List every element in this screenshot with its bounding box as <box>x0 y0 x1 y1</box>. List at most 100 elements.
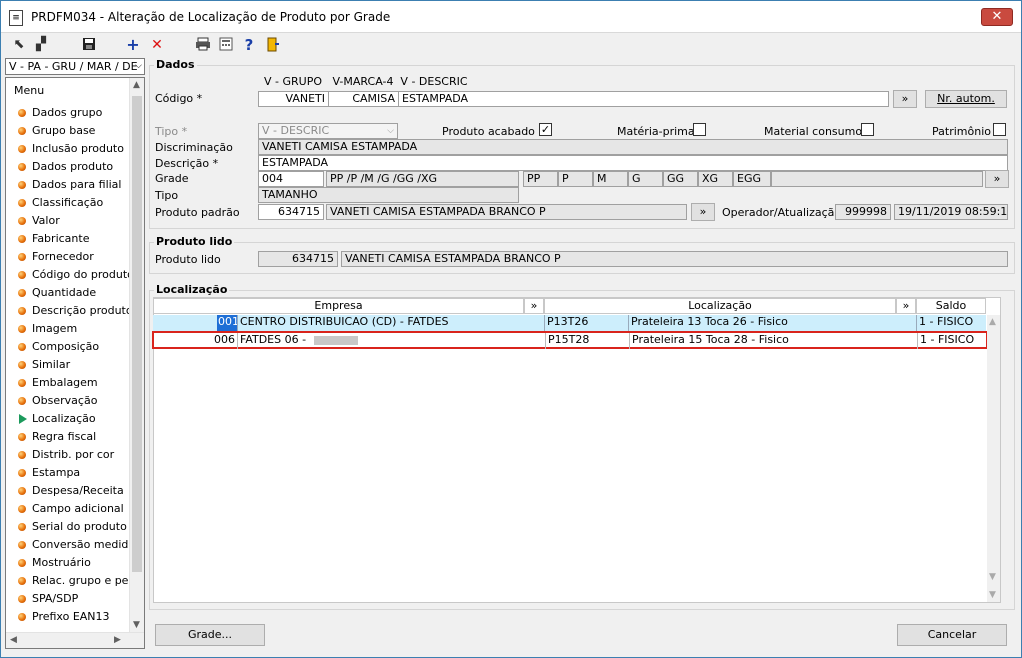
menu-item[interactable]: Prefixo EAN13 <box>6 608 130 626</box>
codigo-marca-field[interactable]: CAMISA <box>328 91 399 107</box>
header-localizacao-more[interactable]: » <box>896 298 916 314</box>
header-localizacao[interactable]: Localização <box>544 298 896 314</box>
scroll-up-icon[interactable]: ▲ <box>133 80 140 90</box>
menu-item-label: Similar <box>32 358 71 371</box>
tipo-select-value: V - DESCRIC <box>262 124 330 137</box>
codigo-label: Código * <box>155 92 203 105</box>
menu-item[interactable]: SPA/SDP <box>6 590 130 608</box>
row-loc-code: P13T26 <box>544 315 628 331</box>
menu-item[interactable]: Dados grupo <box>6 104 130 122</box>
add-icon[interactable]: + <box>125 37 141 53</box>
bullet-icon <box>18 523 26 531</box>
menu-item[interactable]: Dados produto <box>6 158 130 176</box>
menu-item[interactable]: Similar <box>6 356 130 374</box>
menu-item[interactable]: Localização <box>6 410 130 428</box>
menu-item[interactable]: Relac. grupo e pess <box>6 572 130 590</box>
view-combo[interactable]: V - PA - GRU / MAR / DE ⌵ <box>5 58 145 75</box>
row-saldo: 1 - FISICO <box>917 333 986 349</box>
menu-item[interactable]: Composição <box>6 338 130 356</box>
produto-acabado-checkbox[interactable]: ✓ <box>539 123 552 136</box>
exit-icon[interactable] <box>265 37 281 53</box>
save-icon[interactable] <box>81 37 97 53</box>
table-row[interactable]: 006 FATDES 06 - P15T28 Prateleira 15 Toc… <box>152 331 988 349</box>
bullet-icon <box>18 127 26 135</box>
menu-item[interactable]: Imagem <box>6 320 130 338</box>
menu-item[interactable]: Código do produto <box>6 266 130 284</box>
menu-item[interactable]: Quantidade <box>6 284 130 302</box>
descricao-field[interactable]: ESTAMPADA <box>258 155 1008 171</box>
menu-item[interactable]: Observação <box>6 392 130 410</box>
calc-icon[interactable] <box>218 37 234 53</box>
menu-item[interactable]: Grupo base <box>6 122 130 140</box>
header-empresa-more[interactable]: » <box>524 298 544 314</box>
menu-item-label: Relac. grupo e pess <box>32 574 130 587</box>
grade-desc-field: PP /P /M /G /GG /XG <box>326 171 519 187</box>
menu-item[interactable]: Fornecedor <box>6 248 130 266</box>
tipo-select[interactable]: V - DESCRIC ⌵ <box>258 123 398 139</box>
scroll-right-icon[interactable]: ▶ <box>114 635 121 645</box>
scroll-down-icon[interactable]: ▼ <box>989 572 996 582</box>
material-consumo-checkbox[interactable] <box>861 123 874 136</box>
produto-padrao-desc-field: VANETI CAMISA ESTAMPADA BRANCO P <box>326 204 687 220</box>
menu-item[interactable]: Estampa <box>6 464 130 482</box>
menu-item-label: Dados grupo <box>32 106 103 119</box>
menu-item[interactable]: Distrib. por cor <box>6 446 130 464</box>
header-empresa[interactable]: Empresa <box>153 298 524 314</box>
produto-padrao-code-field[interactable]: 634715 <box>258 204 324 220</box>
codigo-more-button[interactable]: » <box>893 90 917 108</box>
menu-item-label: Estampa <box>32 466 81 479</box>
menu-item[interactable]: Despesa/Receita <box>6 482 130 500</box>
menu-item-label: SPA/SDP <box>32 592 79 605</box>
menu-item[interactable]: Valor <box>6 212 130 230</box>
menu-item-label: Inclusão produto <box>32 142 124 155</box>
menu-item[interactable]: Mostruário <box>6 554 130 572</box>
menu-item[interactable]: Serial do produto <box>6 518 130 536</box>
menu-item[interactable]: Embalagem <box>6 374 130 392</box>
operador-field: 999998 <box>835 204 891 220</box>
menu-vscrollbar[interactable]: ▲ ▼ <box>129 78 144 632</box>
tool-2-icon[interactable]: ▞ <box>33 37 49 53</box>
scroll-left-icon[interactable]: ◀ <box>10 635 17 645</box>
produto-padrao-more-button[interactable]: » <box>691 203 715 221</box>
menu-item[interactable]: Inclusão produto <box>6 140 130 158</box>
menu-item[interactable]: Descrição produto <box>6 302 130 320</box>
grade-size-cell: EGG <box>733 171 771 187</box>
menu-item[interactable]: Regra fiscal <box>6 428 130 446</box>
tool-1-icon[interactable]: ⬉ <box>11 37 27 53</box>
menu-header: Menu <box>14 84 45 97</box>
cancel-button[interactable]: Cancelar <box>897 624 1007 646</box>
materia-prima-checkbox[interactable] <box>693 123 706 136</box>
chevron-down-icon[interactable]: ⌵ <box>387 124 394 138</box>
menu-item[interactable]: Dados para filial <box>6 176 130 194</box>
help-icon[interactable]: ? <box>241 37 257 53</box>
scroll-down-icon[interactable]: ▼ <box>133 620 140 630</box>
bullet-icon <box>18 145 26 153</box>
patrimonio-checkbox[interactable] <box>993 123 1006 136</box>
header-saldo[interactable]: Saldo <box>916 298 986 314</box>
close-button[interactable]: ✕ <box>981 8 1013 26</box>
menu-item[interactable]: Campo adicional <box>6 500 130 518</box>
table-row[interactable]: 001 CENTRO DISTRIBUICAO (CD) - FATDES P1… <box>153 315 986 331</box>
row-empresa-code[interactable]: 001 <box>217 315 237 331</box>
menu-hscrollbar[interactable]: ◀ ▶ <box>6 632 144 648</box>
menu-item-label: Serial do produto <box>32 520 127 533</box>
delete-icon[interactable]: ✕ <box>149 37 165 53</box>
grade-button[interactable]: Grade... <box>155 624 265 646</box>
grade-more-button[interactable]: » <box>985 170 1009 188</box>
menu-item[interactable]: Fabricante <box>6 230 130 248</box>
codigo-grupo-field[interactable]: VANETI <box>258 91 329 107</box>
chevron-down-icon[interactable]: ⌵ <box>135 59 142 74</box>
print-icon[interactable] <box>195 37 211 53</box>
menu-item[interactable]: Classificação <box>6 194 130 212</box>
codigo-descric-field[interactable]: ESTAMPADA <box>398 91 889 107</box>
grid-vscrollbar[interactable]: ▲ ▼ ▼ <box>987 315 1000 602</box>
scroll-end-icon[interactable]: ▼ <box>989 590 996 600</box>
grade-code-field[interactable]: 004 <box>258 171 324 187</box>
menu-item[interactable]: Conversão medida <box>6 536 130 554</box>
scroll-up-icon[interactable]: ▲ <box>989 317 996 327</box>
nr-autom-button[interactable]: Nr. autom. <box>925 90 1007 108</box>
menu-item-label: Fabricante <box>32 232 90 245</box>
bullet-icon <box>18 325 26 333</box>
menu-scroll-thumb[interactable] <box>132 96 142 572</box>
blurred-text <box>313 335 358 345</box>
